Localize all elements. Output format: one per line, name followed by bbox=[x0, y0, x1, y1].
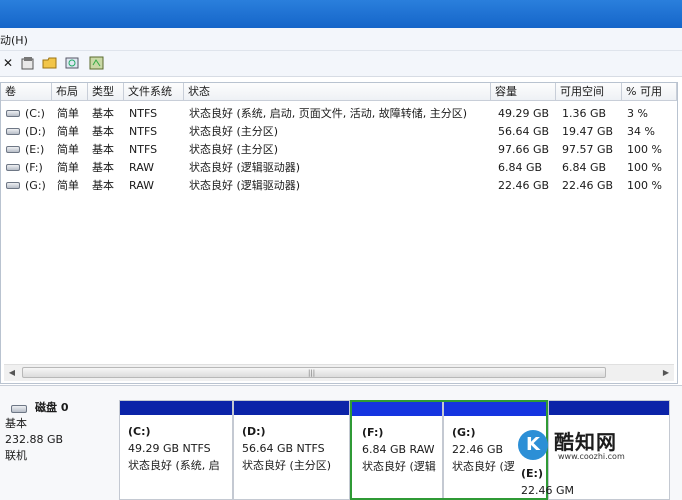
column-header-filesystem[interactable]: 文件系统 bbox=[124, 83, 184, 101]
volume-row[interactable]: (C:) 简单 基本 NTFS 状态良好 (系统, 启动, 页面文件, 活动, … bbox=[1, 105, 677, 122]
disk-info[interactable]: 磁盘 0 基本 232.88 GB 联机 bbox=[5, 400, 113, 464]
disk-size: 232.88 GB bbox=[5, 433, 64, 446]
open-folder-icon[interactable] bbox=[42, 55, 58, 71]
volume-row[interactable]: (E:) 简单 基本 NTFS 状态良好 (主分区) 97.66 GB 97.5… bbox=[1, 141, 677, 158]
column-header-volume[interactable]: 卷 bbox=[1, 83, 52, 101]
volume-row[interactable]: (G:) 简单 基本 RAW 状态良好 (逻辑驱动器) 22.46 GB 22.… bbox=[1, 177, 677, 194]
column-header-type[interactable]: 类型 bbox=[88, 83, 124, 101]
volume-row[interactable]: (F:) 简单 基本 RAW 状态良好 (逻辑驱动器) 6.84 GB 6.84… bbox=[1, 159, 677, 176]
partition-d[interactable]: (D:) 56.64 GB NTFS 状态良好 (主分区) bbox=[233, 400, 350, 500]
properties-icon[interactable] bbox=[20, 55, 36, 71]
drive-icon bbox=[6, 110, 20, 117]
drive-icon bbox=[6, 128, 20, 135]
close-icon[interactable]: ✕ bbox=[0, 55, 16, 71]
watermark-logo-icon: K bbox=[518, 430, 548, 460]
menu-bar: 动(H) bbox=[0, 28, 682, 51]
scrollbar-thumb[interactable]: ||| bbox=[22, 367, 606, 378]
window-title-bar bbox=[0, 0, 682, 28]
disk-type: 基本 bbox=[5, 417, 27, 430]
menu-help[interactable]: 动(H) bbox=[0, 32, 28, 48]
column-header-percent-free[interactable]: % 可用 bbox=[622, 83, 677, 101]
column-header-layout[interactable]: 布局 bbox=[52, 83, 88, 101]
watermark-url: www.coozhi.com bbox=[558, 452, 625, 461]
partition-c[interactable]: (C:) 49.29 GB NTFS 状态良好 (系统, 启 bbox=[119, 400, 233, 500]
partition-divider bbox=[442, 402, 444, 498]
scroll-right-icon[interactable]: ▶ bbox=[660, 367, 672, 379]
scroll-left-icon[interactable]: ◀ bbox=[6, 367, 18, 379]
drive-icon bbox=[6, 182, 20, 189]
partition-band bbox=[234, 401, 349, 415]
toolbar: ✕ bbox=[0, 51, 682, 77]
partition-band bbox=[120, 401, 232, 415]
partition-band bbox=[352, 402, 546, 416]
help-icon[interactable] bbox=[89, 55, 105, 71]
volume-row[interactable]: (D:) 简单 基本 NTFS 状态良好 (主分区) 56.64 GB 19.4… bbox=[1, 123, 677, 140]
partition-band bbox=[549, 401, 669, 415]
volume-list: 卷 布局 类型 文件系统 状态 容量 可用空间 % 可用 (C:) 简单 基本 … bbox=[0, 82, 678, 384]
column-header-status[interactable]: 状态 bbox=[184, 83, 491, 101]
disk-icon bbox=[11, 405, 27, 413]
partition-f-label: (F:) bbox=[362, 426, 384, 439]
drive-icon bbox=[6, 164, 20, 171]
disk-state: 联机 bbox=[5, 449, 27, 462]
watermark: K 酷知网 www.coozhi.com bbox=[518, 424, 648, 468]
search-volume-icon[interactable] bbox=[65, 55, 81, 71]
grip-icon: ||| bbox=[308, 369, 316, 377]
watermark-title: 酷知网 bbox=[554, 430, 617, 454]
column-header-free-space[interactable]: 可用空间 bbox=[556, 83, 622, 101]
column-header-capacity[interactable]: 容量 bbox=[491, 83, 556, 101]
horizontal-scrollbar[interactable]: ◀ ||| ▶ bbox=[4, 364, 674, 381]
drive-icon bbox=[6, 146, 20, 153]
